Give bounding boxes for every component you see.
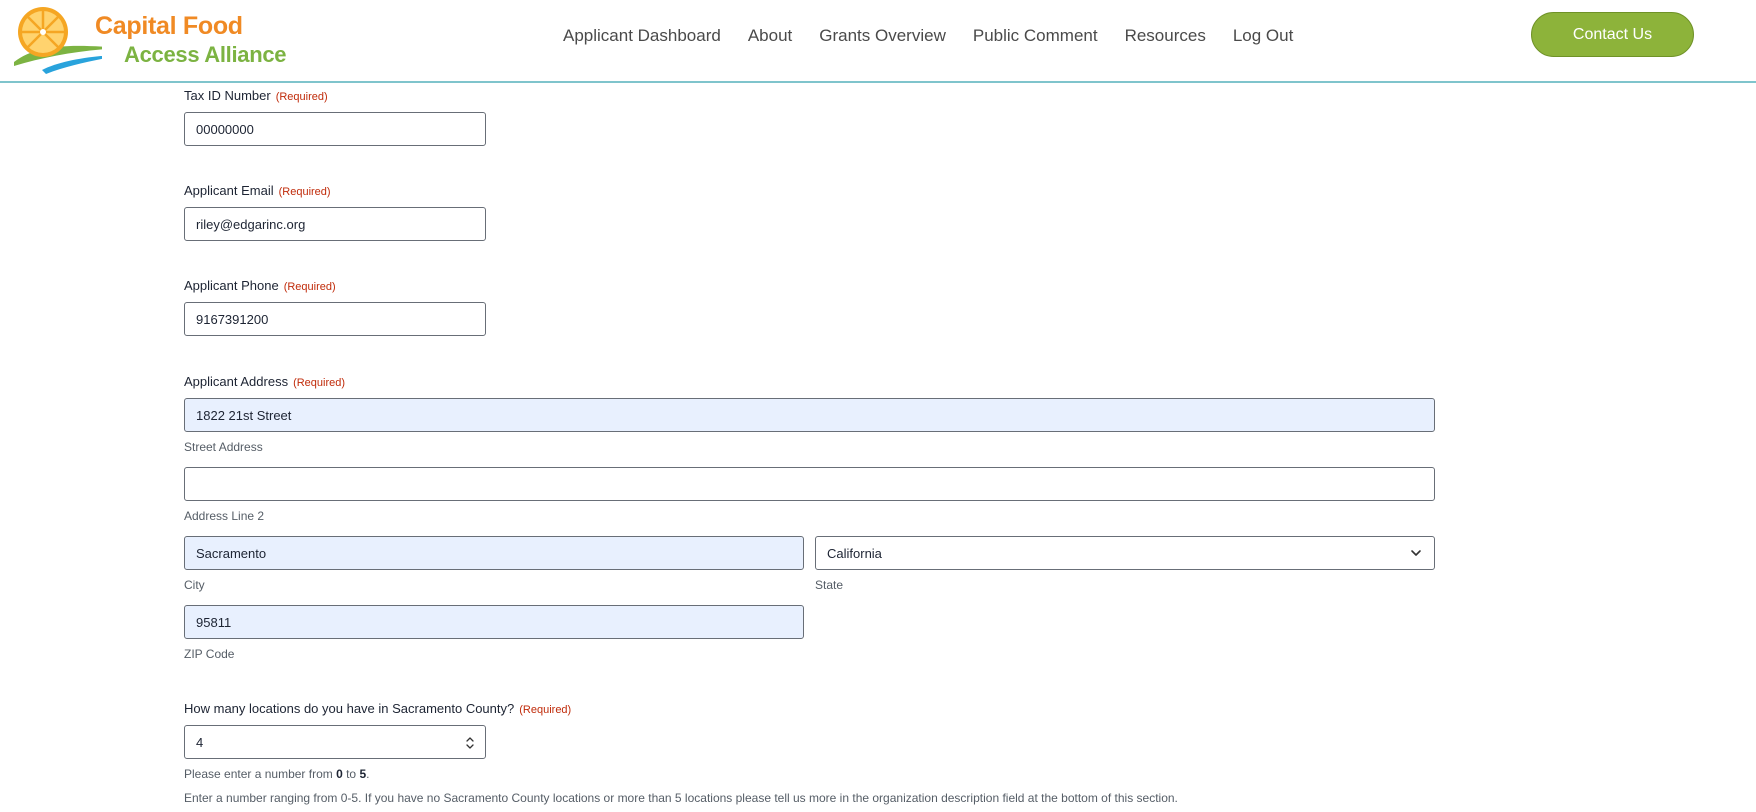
contact-us-button[interactable]: Contact Us [1531, 12, 1694, 57]
address-label: Applicant Address (Required) [184, 374, 345, 389]
address-line2-sublabel: Address Line 2 [184, 509, 265, 523]
tax-id-label: Tax ID Number (Required) [184, 88, 328, 103]
range-mid: to [342, 767, 360, 781]
locations-label-text: How many locations do you have in Sacram… [184, 701, 515, 716]
nav-applicant-dashboard[interactable]: Applicant Dashboard [563, 26, 721, 46]
required-indicator: (Required) [293, 377, 346, 389]
stepper-arrows-icon[interactable] [465, 735, 475, 751]
tax-id-value: 00000000 [196, 121, 254, 137]
street-address-value: 1822 21st Street [196, 407, 292, 423]
required-indicator: (Required) [519, 704, 572, 716]
phone-input[interactable]: 9167391200 [184, 302, 486, 336]
locations-value: 4 [196, 734, 204, 750]
nav-about[interactable]: About [748, 26, 792, 46]
logo-title-line1: Capital Food [95, 12, 243, 40]
orange-slice-logo-icon [14, 7, 102, 74]
email-input[interactable]: riley@edgarinc.org [184, 207, 486, 241]
locations-description: Enter a number ranging from 0-5. If you … [184, 791, 1178, 805]
chevron-down-icon [1411, 550, 1421, 556]
phone-label-text: Applicant Phone [184, 278, 279, 293]
state-sublabel: State [815, 578, 844, 592]
email-value: riley@edgarinc.org [196, 216, 306, 232]
zip-input[interactable]: 95811 [184, 605, 804, 639]
state-select[interactable]: California [815, 536, 1435, 570]
zip-sublabel: ZIP Code [184, 647, 235, 661]
locations-label: How many locations do you have in Sacram… [184, 701, 571, 716]
address-line2-input[interactable] [184, 467, 1435, 501]
range-prefix: Please enter a number from [184, 767, 337, 781]
zip-value: 95811 [196, 614, 232, 630]
required-indicator: (Required) [278, 186, 331, 198]
nav-public-comment[interactable]: Public Comment [973, 26, 1098, 46]
nav-resources[interactable]: Resources [1125, 26, 1206, 46]
logo-title-line2: Access Alliance [124, 42, 287, 67]
main-nav: Applicant Dashboard About Grants Overvie… [563, 26, 1320, 46]
phone-value: 9167391200 [196, 311, 269, 327]
nav-grants-overview[interactable]: Grants Overview [819, 26, 946, 46]
phone-label: Applicant Phone (Required) [184, 278, 336, 293]
email-label: Applicant Email (Required) [184, 183, 331, 198]
site-logo[interactable]: Capital Food Access Alliance [12, 4, 287, 74]
state-value: California [827, 545, 882, 561]
email-label-text: Applicant Email [184, 183, 274, 198]
tax-id-label-text: Tax ID Number [184, 88, 271, 103]
nav-log-out[interactable]: Log Out [1233, 26, 1294, 46]
city-input[interactable]: Sacramento [184, 536, 804, 570]
city-sublabel: City [184, 578, 205, 592]
city-value: Sacramento [196, 545, 267, 561]
required-indicator: (Required) [275, 91, 328, 103]
range-suffix: . [366, 767, 370, 781]
address-label-text: Applicant Address [184, 374, 289, 389]
site-header: Capital Food Access Alliance Applicant D… [0, 0, 1756, 83]
locations-number-input[interactable]: 4 [184, 725, 486, 759]
range-min: 0 [336, 767, 343, 781]
street-address-sublabel: Street Address [184, 440, 263, 454]
tax-id-input[interactable]: 00000000 [184, 112, 486, 146]
locations-range-hint: Please enter a number from 0 to 5. [184, 767, 369, 781]
required-indicator: (Required) [283, 281, 336, 293]
street-address-input[interactable]: 1822 21st Street [184, 398, 1435, 432]
